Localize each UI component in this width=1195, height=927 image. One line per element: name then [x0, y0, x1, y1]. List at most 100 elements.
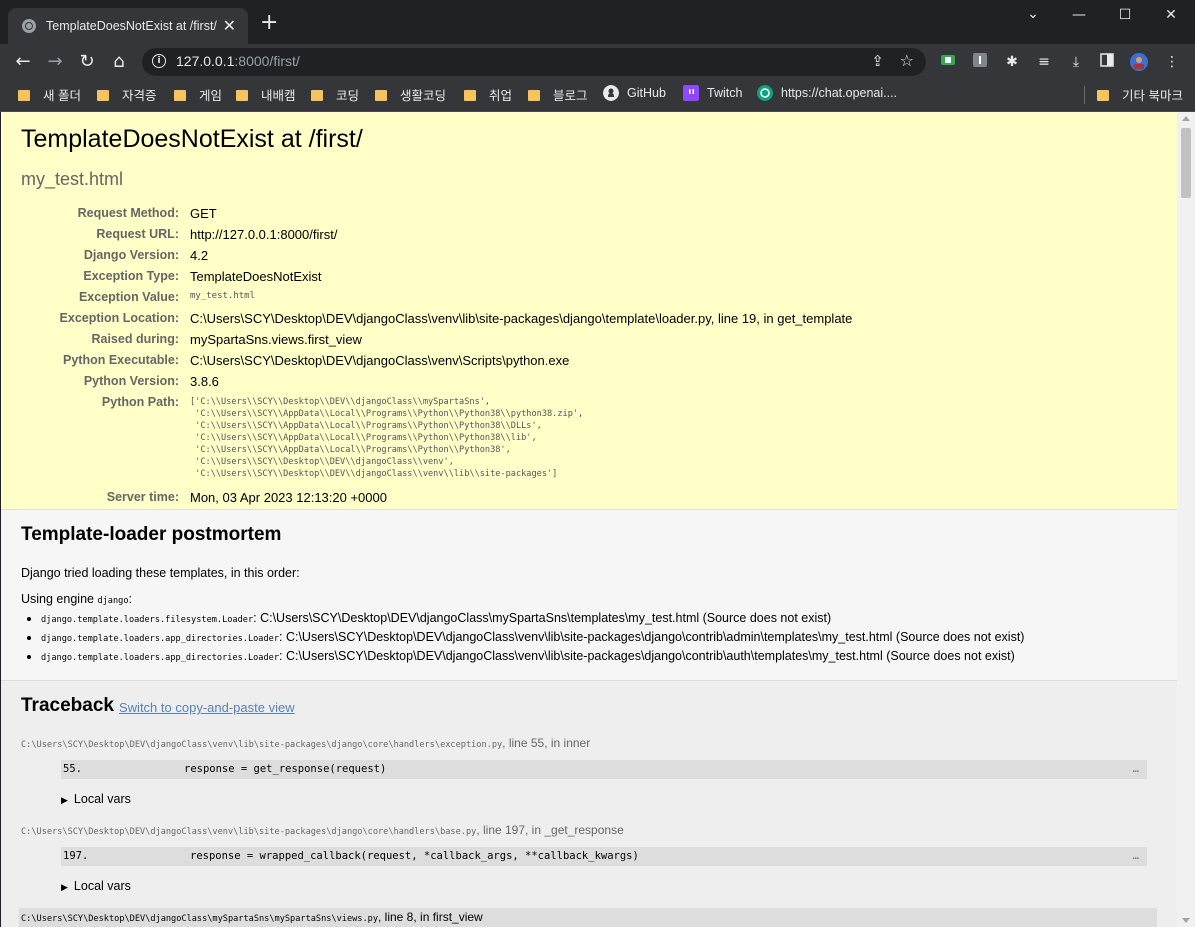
side-panel-icon[interactable] — [1098, 53, 1116, 71]
bookmark-github[interactable]: GitHub — [603, 85, 666, 101]
share-icon[interactable]: ⇪ — [871, 52, 884, 70]
site-info-icon[interactable]: i — [152, 54, 166, 68]
template-postmortem: Template-loader postmortem Django tried … — [1, 510, 1177, 681]
folder-icon — [18, 90, 30, 101]
new-tab-button[interactable]: + — [260, 12, 278, 34]
postmortem-engine: Using engine django: — [21, 592, 132, 606]
folder-icon — [236, 90, 248, 101]
loader-name: django.template.loaders.app_directories.… — [41, 634, 279, 644]
local-vars-label: Local vars — [73, 792, 131, 806]
back-button[interactable]: ← — [11, 50, 35, 74]
frame-file-user: C:\Users\SCY\Desktop\DEV\djangoClass\myS… — [19, 908, 1157, 927]
folder-icon — [528, 90, 540, 101]
bookmark-twitch[interactable]: Twitch — [683, 85, 742, 101]
meta-value: my_test.html — [190, 291, 256, 301]
bookmark-folder[interactable]: 자격증 — [97, 85, 157, 104]
tab-close-icon[interactable]: ✕ — [223, 17, 236, 35]
meta-value: 3.8.6 — [190, 374, 219, 389]
extension-i-icon[interactable] — [971, 53, 989, 71]
loader-list: django.template.loaders.filesystem.Loade… — [21, 610, 1024, 667]
download-icon[interactable]: ⤓ — [1067, 53, 1085, 71]
frame-path: C:\Users\SCY\Desktop\DEV\djangoClass\ven… — [21, 740, 503, 750]
title-bar: TemplateDoesNotExist at /first/ ✕ + ⌄ — … — [0, 0, 1195, 44]
bookmark-label: 취업 — [489, 89, 513, 103]
extension-green-icon[interactable] — [939, 53, 957, 71]
profile-avatar[interactable] — [1130, 53, 1148, 71]
bookmark-other-folder[interactable]: 기타 북마크 — [1097, 85, 1183, 104]
bookmark-label: Twitch — [707, 86, 743, 100]
frame-where: , line 8, in first_view — [378, 910, 483, 924]
bookmark-folder[interactable]: 생활코딩 — [375, 85, 446, 104]
error-subtitle: my_test.html — [21, 169, 124, 189]
disclosure-triangle-icon: ▶ — [61, 795, 68, 805]
bookmark-label: 생활코딩 — [400, 89, 447, 103]
bookmark-folder[interactable]: 코딩 — [311, 85, 359, 104]
engine-suffix: : — [128, 592, 132, 606]
meta-key: Exception Value: — [78, 290, 179, 304]
browser-tab[interactable]: TemplateDoesNotExist at /first/ ✕ — [8, 8, 248, 44]
bookmark-label: 블로그 — [553, 89, 588, 103]
github-icon — [603, 85, 619, 101]
meta-key: Python Version: — [83, 374, 179, 388]
error-title: TemplateDoesNotExist at /first/ — [21, 125, 363, 153]
bookmark-label: 기타 북마크 — [1122, 89, 1183, 103]
meta-value: GET — [190, 206, 217, 221]
traceback-heading: Traceback — [21, 695, 114, 716]
local-vars-toggle[interactable]: ▶ Local vars — [61, 792, 131, 806]
bookmark-label: 새 폴더 — [43, 89, 81, 103]
meta-value: mySpartaSns.views.first_view — [190, 332, 362, 347]
bookmark-folder[interactable]: 블로그 — [528, 85, 588, 104]
bookmark-folder[interactable]: 새 폴더 — [18, 85, 81, 104]
page-scrollbar[interactable] — [1177, 112, 1195, 927]
copy-paste-view-link[interactable]: Switch to copy-and-paste view — [119, 700, 295, 715]
frame-path: C:\Users\SCY\Desktop\DEV\djangoClass\myS… — [21, 914, 378, 924]
forward-button[interactable]: → — [43, 50, 67, 74]
meta-key: Exception Location: — [59, 311, 179, 325]
loader-name: django.template.loaders.filesystem.Loade… — [41, 615, 254, 625]
local-vars-toggle[interactable]: ▶ Local vars — [61, 879, 131, 893]
scrollbar-thumb[interactable] — [1181, 128, 1191, 198]
python-path-value: ['C:\\Users\\SCY\\Desktop\\DEV\\djangoCl… — [190, 397, 584, 479]
expand-dots-icon[interactable]: … — [1133, 760, 1139, 779]
loader-path: : C:\Users\SCY\Desktop\DEV\djangoClass\v… — [279, 649, 1015, 663]
address-url[interactable]: 127.0.0.1:8000/first/ — [176, 53, 300, 69]
code-line: response = get_response(request) — [184, 763, 387, 775]
media-control-icon[interactable]: ≡ — [1035, 53, 1053, 71]
minimize-button[interactable]: — — [1056, 4, 1102, 26]
address-bar[interactable]: i 127.0.0.1:8000/first/ ⇪ ☆ — [142, 48, 926, 76]
bookmark-chatgpt[interactable]: https://chat.openai.... — [757, 85, 897, 101]
bookmarks-bar: 새 폴더 자격증 게임 내배캠 코딩 생활코딩 취업 블로그 GitHub Tw… — [0, 80, 1195, 112]
scroll-up-arrow-icon[interactable] — [1182, 116, 1190, 121]
meta-key: Request URL: — [96, 227, 179, 241]
local-vars-label: Local vars — [73, 879, 131, 893]
url-path: :8000/first/ — [234, 53, 300, 69]
reload-button[interactable]: ↻ — [75, 50, 99, 74]
traceback-section: Traceback Switch to copy-and-paste view … — [1, 681, 1177, 927]
maximize-button[interactable]: ☐ — [1102, 4, 1148, 26]
expand-dots-icon[interactable]: … — [1133, 847, 1139, 866]
home-button[interactable]: ⌂ — [107, 50, 131, 74]
bookmark-folder[interactable]: 내배캠 — [236, 85, 296, 104]
menu-kebab-icon[interactable]: ⋮ — [1163, 53, 1181, 71]
close-window-button[interactable]: ✕ — [1148, 4, 1194, 26]
tab-title: TemplateDoesNotExist at /first/ — [46, 19, 217, 33]
frame-where: , line 55, in inner — [502, 736, 591, 750]
url-host: 127.0.0.1 — [176, 53, 235, 69]
bookmark-star-icon[interactable]: ☆ — [900, 51, 914, 70]
scroll-down-arrow-icon[interactable] — [1182, 918, 1190, 923]
tab-search-icon[interactable]: ⌄ — [1010, 3, 1056, 25]
twitch-icon — [683, 85, 699, 101]
frame-context-line[interactable]: 197. response = wrapped_callback(request… — [61, 847, 1147, 866]
folder-icon — [375, 90, 387, 101]
frame-context-line[interactable]: 55. response = get_response(request) … — [61, 760, 1147, 779]
folder-icon — [464, 90, 476, 101]
bookmark-label: 코딩 — [336, 89, 360, 103]
meta-value: 4.2 — [190, 248, 209, 263]
meta-key: Python Path: — [101, 395, 179, 409]
folder-icon — [311, 90, 323, 101]
page-viewport: TemplateDoesNotExist at /first/ my_test.… — [1, 112, 1177, 927]
bookmark-folder[interactable]: 게임 — [174, 85, 222, 104]
meta-value: Mon, 03 Apr 2023 12:13:20 +0000 — [190, 490, 387, 505]
bookmark-folder[interactable]: 취업 — [464, 85, 512, 104]
extensions-puzzle-icon[interactable]: ✱ — [1003, 53, 1021, 71]
